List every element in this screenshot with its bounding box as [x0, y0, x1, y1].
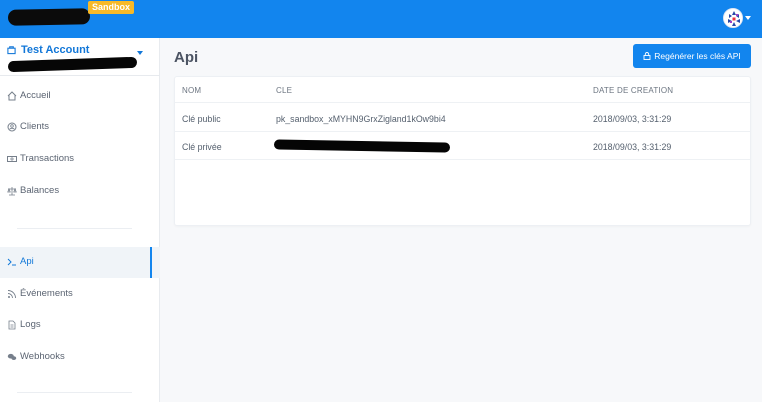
sidebar-item-label: Api	[20, 256, 34, 267]
sandbox-badge: Sandbox	[88, 1, 135, 14]
column-header-name: NOM	[182, 86, 202, 95]
terminal-icon	[7, 258, 16, 266]
creation-date: 2018/09/03, 3:31:29	[593, 114, 672, 124]
rss-icon	[7, 290, 16, 299]
redacted-logo	[7, 8, 91, 26]
table-header: NOM CLE DATE DE CREATION	[175, 77, 750, 103]
account-switcher[interactable]: Test Account	[0, 38, 160, 76]
sidebar-divider	[17, 392, 132, 393]
creation-date: 2018/09/03, 3:31:29	[593, 142, 672, 152]
sidebar-item-webhooks[interactable]: Webhooks	[0, 342, 160, 373]
main-content: Api Regénérer les clés API NOM CLE DATE …	[161, 38, 762, 402]
sidebar-item-label: Logs	[20, 319, 41, 330]
sidebar-item-api[interactable]: Api	[0, 247, 160, 278]
banknote-icon	[7, 156, 17, 162]
api-keys-table: NOM CLE DATE DE CREATION Clé public pk_s…	[174, 76, 751, 226]
account-dropdown-caret-icon[interactable]	[137, 51, 143, 55]
sidebar-item-label: Transactions	[20, 153, 75, 164]
home-icon	[7, 91, 17, 101]
sidebar-item-balances[interactable]: Balances	[0, 176, 160, 207]
api-key-value[interactable]: pk_sandbox_xMYHN9GrxZigland1kOw9bi4	[276, 114, 446, 124]
sidebar-item-transactions[interactable]: Transactions	[0, 144, 160, 175]
document-icon	[8, 320, 16, 330]
sidebar-divider	[17, 228, 132, 229]
key-name: Clé public	[182, 114, 221, 124]
avatar-pattern-icon	[724, 9, 742, 27]
account-name[interactable]: Test Account	[21, 44, 89, 56]
top-navbar: Sandbox	[0, 0, 762, 38]
table-row: Clé privée 2018/09/03, 3:31:29	[175, 132, 750, 160]
redacted-secret-key	[273, 139, 451, 153]
sidebar-item-clients[interactable]: Clients	[0, 112, 160, 143]
scale-icon	[7, 187, 17, 196]
user-icon	[7, 122, 17, 132]
column-header-key: CLE	[276, 86, 293, 95]
sidebar-item-evenements[interactable]: Événements	[0, 279, 160, 310]
column-header-date: DATE DE CREATION	[593, 86, 674, 95]
sidebar-item-label: Accueil	[20, 90, 51, 101]
sidebar-item-logs[interactable]: Logs	[0, 310, 160, 341]
briefcase-icon	[7, 46, 16, 55]
page-title: Api	[174, 49, 199, 66]
sidebar-item-label: Webhooks	[20, 351, 65, 362]
user-avatar[interactable]	[723, 8, 743, 28]
chat-icon	[7, 353, 17, 360]
avatar-dropdown-caret-icon[interactable]	[745, 16, 751, 20]
sidebar-item-label: Clients	[20, 121, 50, 132]
redacted-account-email	[7, 56, 138, 73]
key-name: Clé privée	[182, 142, 222, 152]
sidebar-item-accueil[interactable]: Accueil	[0, 81, 160, 112]
sidebar-item-label: Balances	[20, 185, 60, 196]
regenerate-api-keys-button[interactable]: Regénérer les clés API	[633, 44, 751, 68]
sidebar-item-label: Événements	[20, 288, 73, 299]
regenerate-button-label: Regénérer les clés API	[654, 51, 741, 61]
lock-icon	[643, 52, 651, 60]
sidebar: Test Account Accueil Clients Transaction…	[0, 38, 160, 402]
table-row: Clé public pk_sandbox_xMYHN9GrxZigland1k…	[175, 104, 750, 132]
